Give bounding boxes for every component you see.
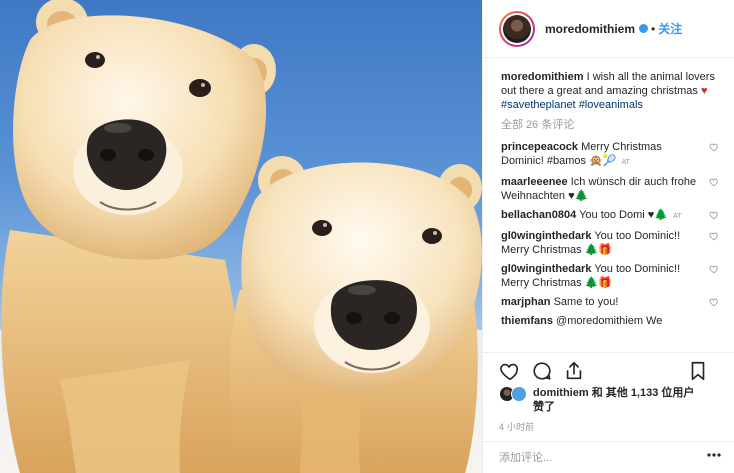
comment-row: thiemfans @moredomithiem We [501,314,721,328]
comment-row: gl0winginthedark You too Dominic!! Merry… [501,262,721,290]
likes-summary: domithiem 和 其他 1,133 位用户 赞了 [499,386,729,414]
comment-row: marjphan Same to you! [501,295,721,309]
like-comment-heart-icon[interactable] [709,210,719,220]
comment-time: AT [673,213,682,220]
comment-username[interactable]: princepeacock [501,141,578,153]
comment-username[interactable]: gl0winginthedark [501,263,591,275]
view-all-comments-link[interactable]: 全部 26 条评论 [501,118,721,132]
like-comment-heart-icon[interactable] [709,264,719,274]
liker-username[interactable]: domithiem [533,387,589,399]
comment-row: maarleeenee Ich wünsch dir auch frohe We… [501,175,721,203]
hashtag-link[interactable]: #savetheplanet [501,99,576,111]
liker-avatars[interactable] [499,386,533,402]
polar-bears-image [0,0,482,473]
header-username[interactable]: moredomithiem [545,22,635,36]
liker-avatar [511,386,527,402]
like-heart-icon[interactable] [499,360,521,382]
add-comment-bar [483,441,734,473]
likes-count[interactable]: 1,133 [631,387,659,399]
comment-username[interactable]: gl0winginthedark [501,230,591,242]
comment-bubble-icon[interactable] [531,360,553,382]
post-timestamp[interactable]: 4 小时前 [499,420,535,433]
bookmark-save-icon[interactable] [687,360,709,382]
follow-button[interactable]: 关注 [658,20,682,37]
comment-row: gl0winginthedark You too Dominic!! Merry… [501,229,721,257]
verified-badge-icon [639,24,649,33]
post-actions-bar [483,352,734,388]
share-icon[interactable] [563,360,585,382]
comment-text: Same to you! [553,296,619,308]
like-comment-heart-icon[interactable] [709,231,719,241]
like-comment-heart-icon[interactable] [709,177,719,187]
comment-text: @moredomithiem We [556,315,663,327]
like-comment-heart-icon[interactable] [709,142,719,152]
comments-list[interactable]: moredomithiem I wish all the animal love… [501,70,721,350]
comment-time: AT [621,159,630,166]
post-caption: moredomithiem I wish all the animal love… [501,70,721,112]
avatar[interactable] [499,10,535,47]
likes-connector: 和 其他 [591,387,628,399]
heart-emoji: ♥ [700,85,708,97]
hashtag-link[interactable]: #loveanimals [579,99,643,111]
follow-separator: • [651,21,656,36]
comment-username[interactable]: marjphan [501,296,551,308]
like-comment-heart-icon[interactable] [709,297,719,307]
comment-text: You too Domi ♥🌲 [579,209,668,221]
comment-row: bellachan0804 You too Domi ♥🌲 AT [501,208,721,224]
caption-username[interactable]: moredomithiem [501,71,584,83]
post-photo[interactable] [0,0,482,473]
comment-row: princepeacock Merry Christmas Dominic! #… [501,140,721,170]
add-comment-input[interactable] [499,451,679,464]
avatar-photo [503,14,531,43]
comment-username[interactable]: maarleeenee [501,176,568,188]
post-header: moredomithiem • 关注 [483,0,734,58]
comment-username[interactable]: bellachan0804 [501,209,576,221]
likes-suffix-line2: 赞了 [533,401,555,413]
post-side-panel: moredomithiem • 关注 moredomithiem I wish … [482,0,734,473]
more-options-icon[interactable] [707,453,721,457]
comment-username[interactable]: thiemfans [501,315,553,327]
likes-suffix: 位用户 [661,387,695,399]
